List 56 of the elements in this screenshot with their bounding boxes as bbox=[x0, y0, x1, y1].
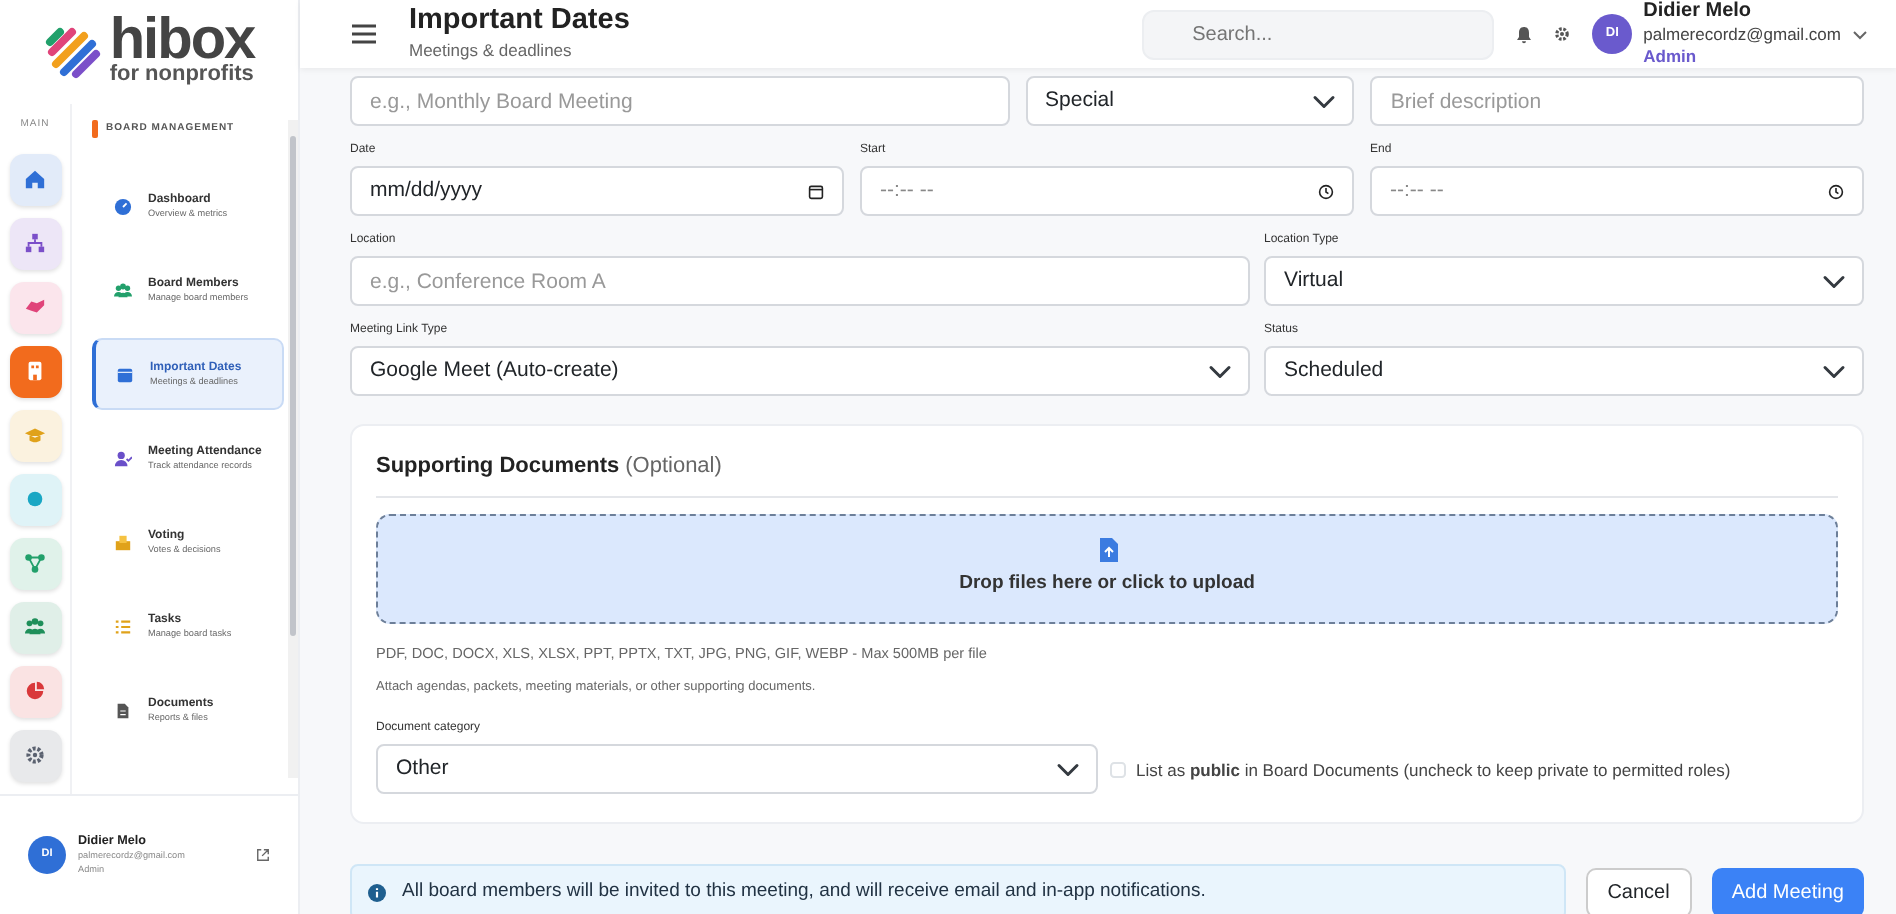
nav-rail-button[interactable] bbox=[9, 153, 61, 205]
add-meeting-button[interactable]: Add Meeting bbox=[1711, 867, 1864, 914]
date-field[interactable]: mm/dd/yyyy bbox=[350, 166, 844, 217]
cancel-button[interactable]: Cancel bbox=[1585, 867, 1692, 914]
nav-rail-button[interactable] bbox=[9, 217, 61, 269]
select-field[interactable]: Scheduled bbox=[1264, 346, 1864, 397]
select-field[interactable]: Other bbox=[376, 744, 1098, 795]
user-check-icon bbox=[114, 449, 132, 467]
nav-rail-button[interactable] bbox=[9, 281, 61, 333]
bell-icon[interactable] bbox=[1516, 25, 1533, 44]
select-field[interactable]: Google Meet (Auto-create) bbox=[350, 346, 1250, 397]
checkbox[interactable] bbox=[1109, 761, 1125, 778]
info-icon bbox=[368, 883, 386, 902]
nav-rail-button[interactable] bbox=[9, 473, 61, 525]
external-link-icon[interactable] bbox=[256, 848, 270, 862]
user-email: palmerecordz@gmail.com bbox=[1643, 24, 1841, 47]
section-title: Supporting Documents bbox=[376, 454, 620, 479]
nav-rail-button[interactable] bbox=[9, 537, 61, 589]
building-icon bbox=[24, 360, 46, 382]
chevron-down-icon[interactable] bbox=[1852, 29, 1868, 40]
nav-rail-button[interactable] bbox=[9, 665, 61, 717]
time-field[interactable]: --:-- -- bbox=[1370, 166, 1864, 217]
gauge-icon bbox=[114, 197, 132, 215]
nav-rail-button[interactable] bbox=[9, 345, 61, 397]
text-field[interactable]: Brief description bbox=[1370, 76, 1864, 127]
user-role: Admin bbox=[1643, 46, 1699, 69]
search-field[interactable]: Search... bbox=[1142, 9, 1495, 60]
scrollbar[interactable] bbox=[288, 120, 298, 778]
select-field[interactable]: Virtual bbox=[1264, 256, 1864, 307]
clock-icon bbox=[1828, 183, 1844, 200]
ballot-box-icon bbox=[114, 533, 132, 551]
optional-note: (Optional) bbox=[625, 454, 722, 479]
users-icon bbox=[114, 281, 132, 299]
page-subtitle: Meetings & deadlines bbox=[409, 38, 574, 65]
select-field[interactable]: Special bbox=[1025, 76, 1355, 127]
time-field[interactable]: --:-- -- bbox=[860, 166, 1354, 217]
page-title: Important Dates bbox=[409, 3, 630, 39]
nav-rail-button[interactable] bbox=[9, 729, 61, 781]
logo-tagline: for nonprofits bbox=[109, 64, 255, 87]
file-upload-icon bbox=[1097, 537, 1117, 562]
nav-rail-button[interactable] bbox=[9, 601, 61, 653]
text-field[interactable]: e.g., Conference Room A bbox=[350, 256, 1250, 307]
logo-icon bbox=[43, 24, 104, 80]
text-field[interactable]: e.g., Monthly Board Meeting bbox=[350, 76, 1010, 127]
checklist-icon bbox=[114, 617, 132, 635]
checkbox-label: List as public in Board Documents (uncheck to keep private to permitted roles) bbox=[1136, 757, 1731, 783]
document-icon bbox=[114, 701, 132, 719]
file-drop-zone[interactable]: Drop files here or click to upload bbox=[376, 513, 1838, 624]
calendar-icon bbox=[808, 183, 824, 200]
section-marker bbox=[92, 120, 98, 138]
logo-wordmark: hibox bbox=[109, 17, 255, 65]
clock-icon bbox=[1318, 183, 1334, 200]
user-name: Didier Melo bbox=[1643, 0, 1754, 24]
info-notice: All board members will be invited to this meeting, and will receive email and in-app notifications. bbox=[350, 864, 1566, 914]
settings-icon[interactable] bbox=[1554, 26, 1571, 43]
calendar-icon bbox=[116, 365, 134, 383]
